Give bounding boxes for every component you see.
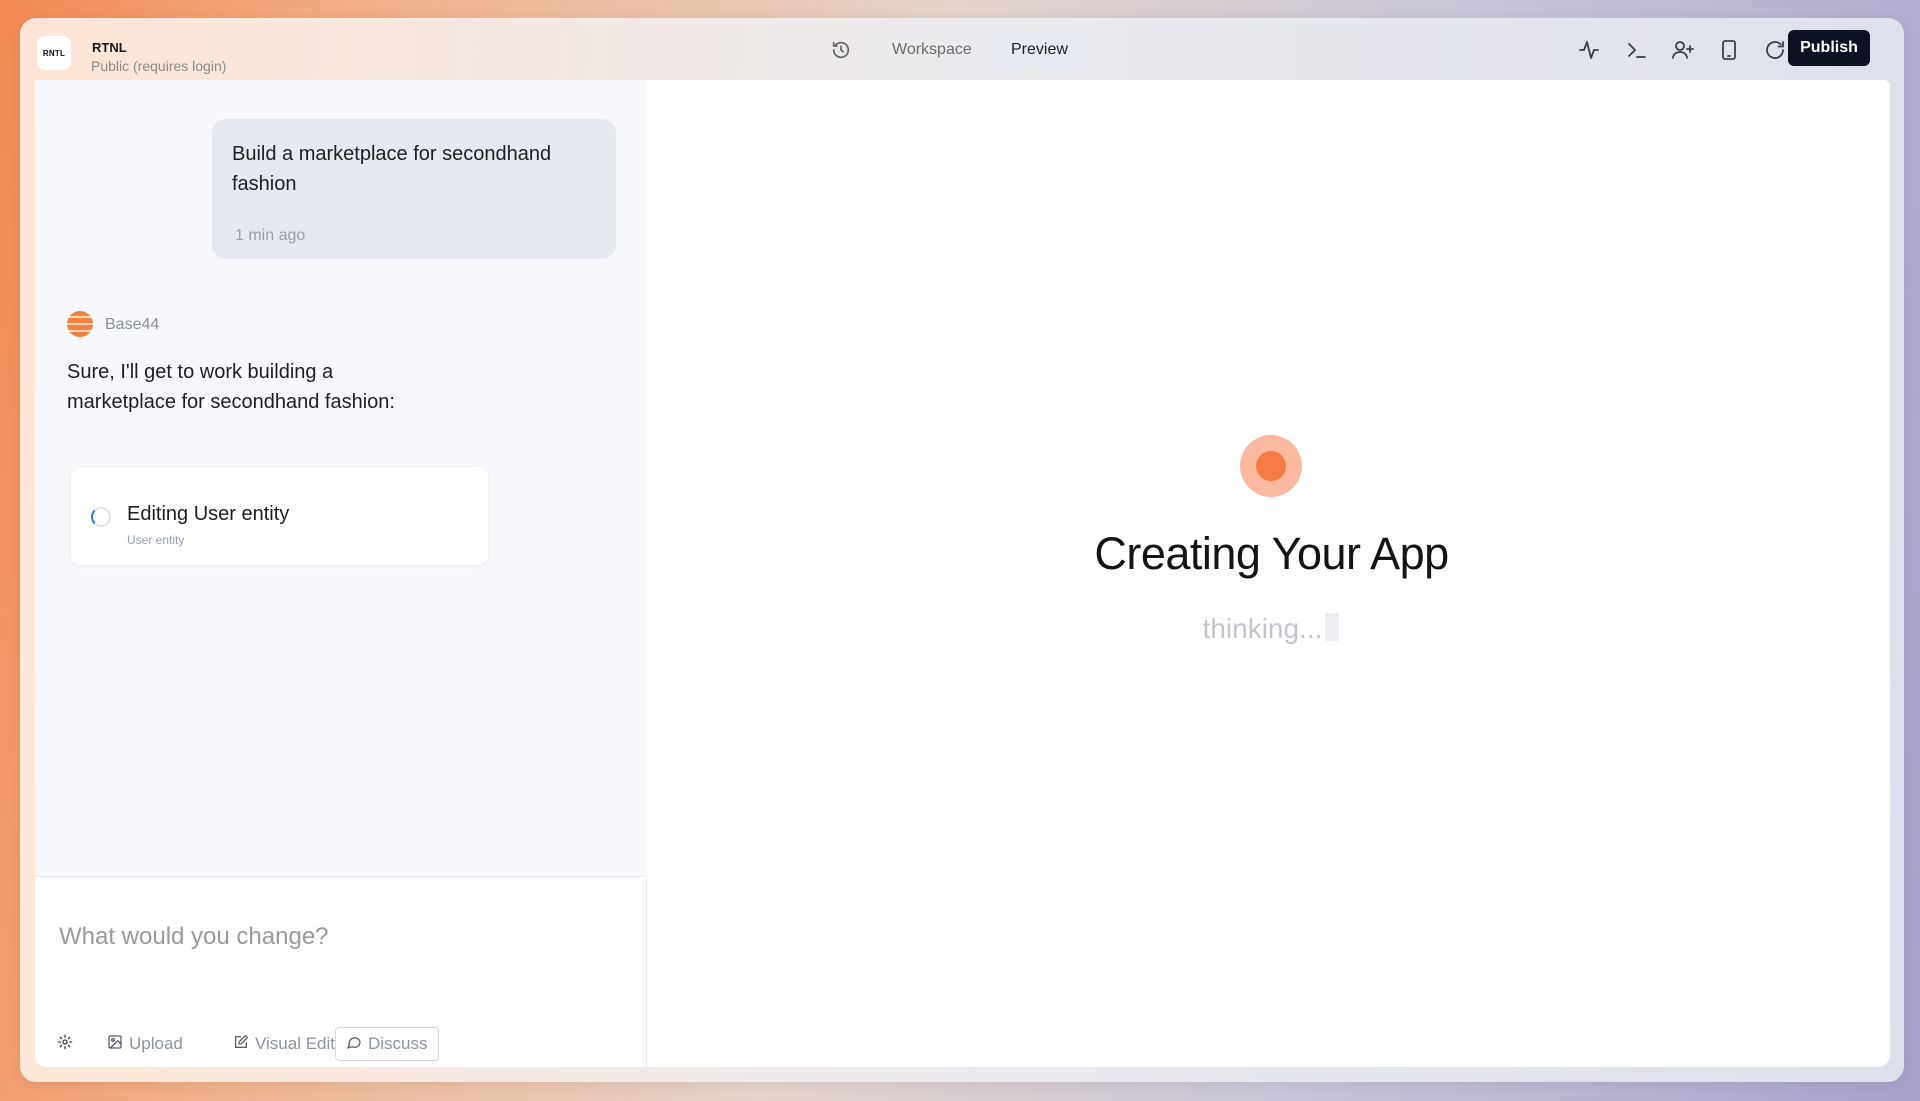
history-icon[interactable] [830, 39, 852, 61]
user-message-text: Build a marketplace for secondhand fashi… [232, 143, 552, 195]
app-logo[interactable]: RNTL [37, 36, 71, 70]
terminal-icon[interactable] [1622, 35, 1652, 65]
upload-button[interactable]: Upload [107, 1027, 183, 1061]
discuss-button[interactable]: Discuss [335, 1027, 439, 1061]
tab-preview[interactable]: Preview [994, 32, 1085, 68]
message-timestamp: 1 min ago [235, 227, 306, 244]
composer: Upload Visual Edit Discuss [35, 876, 647, 1067]
visual-edit-label: Visual Edit [255, 1034, 336, 1053]
visual-edit-button[interactable]: Visual Edit [233, 1027, 335, 1061]
publish-button[interactable]: Publish [1788, 30, 1870, 66]
task-subtitle: User entity [127, 533, 185, 547]
edit-icon [233, 1034, 249, 1055]
activity-icon[interactable] [1574, 35, 1604, 65]
image-icon [107, 1034, 123, 1055]
app-visibility-status[interactable]: Public (requires login) [91, 58, 226, 74]
composer-input[interactable] [59, 917, 619, 957]
status-text: thinking... [1202, 613, 1323, 644]
task-title: Editing User entity [127, 503, 290, 525]
assistant-avatar [67, 311, 93, 337]
top-bar: RNTL RTNL Public (requires login) Worksp… [20, 18, 1904, 80]
upload-label: Upload [129, 1034, 183, 1053]
settings-button[interactable] [57, 1027, 73, 1061]
chat-panel: Build a marketplace for secondhand fashi… [35, 80, 647, 1067]
chat-bubble-icon [346, 1034, 362, 1055]
assistant-name: Base44 [105, 316, 160, 333]
text-cursor [1325, 613, 1340, 641]
preview-panel: Creating Your App thinking... [647, 80, 1890, 1067]
add-user-icon[interactable] [1668, 35, 1698, 65]
task-card[interactable]: Editing User entity User entity [71, 467, 488, 565]
assistant-message-text: Sure, I'll get to work building a market… [67, 361, 395, 413]
loading-dot [1256, 451, 1286, 481]
discuss-label: Discuss [368, 1034, 428, 1053]
refresh-icon[interactable] [1760, 35, 1790, 65]
tab-workspace[interactable]: Workspace [875, 32, 989, 68]
device-icon[interactable] [1714, 35, 1744, 65]
gear-icon [57, 1034, 73, 1055]
app-name: RTNL [92, 40, 127, 55]
loading-indicator [1240, 435, 1302, 497]
preview-title: Creating Your App [1094, 528, 1449, 579]
user-message-bubble: Build a marketplace for secondhand fashi… [212, 119, 616, 259]
app-window: RNTL RTNL Public (requires login) Worksp… [20, 18, 1904, 1082]
preview-status: thinking... [647, 613, 1895, 645]
spinner-icon [91, 507, 111, 527]
